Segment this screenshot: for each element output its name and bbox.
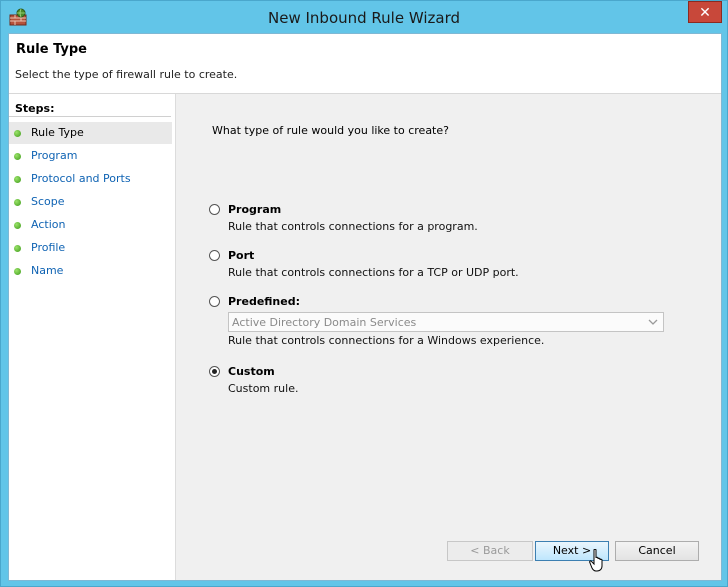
port-radio[interactable] <box>209 250 220 261</box>
cancel-button[interactable]: Cancel <box>615 541 699 561</box>
steps-heading: Steps: <box>15 102 55 115</box>
step-bullet-icon <box>14 176 21 183</box>
wizard-window: New Inbound Rule Wizard ✕ Rule Type Sele… <box>0 0 728 587</box>
close-button[interactable]: ✕ <box>688 1 722 23</box>
close-icon: ✕ <box>699 4 711 20</box>
title-bar[interactable]: New Inbound Rule Wizard ✕ <box>1 1 727 33</box>
option-label[interactable]: Predefined: <box>228 295 300 308</box>
mouse-cursor-icon <box>589 549 603 572</box>
step-scope[interactable]: Scope <box>9 191 172 213</box>
step-bullet-icon <box>14 245 21 252</box>
step-protocol-and-ports[interactable]: Protocol and Ports <box>9 168 172 190</box>
window-title: New Inbound Rule Wizard <box>268 9 460 27</box>
back-button[interactable]: < Back <box>447 541 533 561</box>
option-description: Custom rule. <box>228 382 299 395</box>
wizard-header: Rule Type Select the type of firewall ru… <box>9 34 721 94</box>
step-label: Rule Type <box>31 126 84 139</box>
step-name[interactable]: Name <box>9 260 172 282</box>
step-label: Program <box>31 149 78 162</box>
option-description: Rule that controls connections for a pro… <box>228 220 478 233</box>
step-label: Name <box>31 264 64 277</box>
steps-panel: Steps: Rule Type Program Protocol and Po… <box>9 94 176 580</box>
page-subtitle: Select the type of firewall rule to crea… <box>15 68 238 81</box>
rule-type-question: What type of rule would you like to crea… <box>212 124 449 137</box>
step-action[interactable]: Action <box>9 214 172 236</box>
custom-radio[interactable] <box>209 366 220 377</box>
step-bullet-icon <box>14 130 21 137</box>
option-label[interactable]: Custom <box>228 365 275 378</box>
step-label: Protocol and Ports <box>31 172 131 185</box>
wizard-content: What type of rule would you like to crea… <box>176 94 721 580</box>
step-label: Profile <box>31 241 66 254</box>
option-label[interactable]: Program <box>228 203 281 216</box>
step-rule-type[interactable]: Rule Type <box>9 122 172 144</box>
chevron-down-icon <box>648 319 658 325</box>
step-bullet-icon <box>14 199 21 206</box>
program-radio[interactable] <box>209 204 220 215</box>
step-bullet-icon <box>14 222 21 229</box>
dropdown-value: Active Directory Domain Services <box>232 316 417 329</box>
step-profile[interactable]: Profile <box>9 237 172 259</box>
steps-divider <box>9 116 171 117</box>
option-description: Rule that controls connections for a Win… <box>228 334 545 347</box>
wizard-client-area: Rule Type Select the type of firewall ru… <box>8 33 722 581</box>
step-bullet-icon <box>14 153 21 160</box>
step-label: Scope <box>31 195 65 208</box>
option-description: Rule that controls connections for a TCP… <box>228 266 519 279</box>
option-label[interactable]: Port <box>228 249 254 262</box>
predefined-radio[interactable] <box>209 296 220 307</box>
step-label: Action <box>31 218 66 231</box>
predefined-dropdown[interactable]: Active Directory Domain Services <box>228 312 664 332</box>
step-bullet-icon <box>14 268 21 275</box>
step-program[interactable]: Program <box>9 145 172 167</box>
page-title: Rule Type <box>16 42 87 57</box>
